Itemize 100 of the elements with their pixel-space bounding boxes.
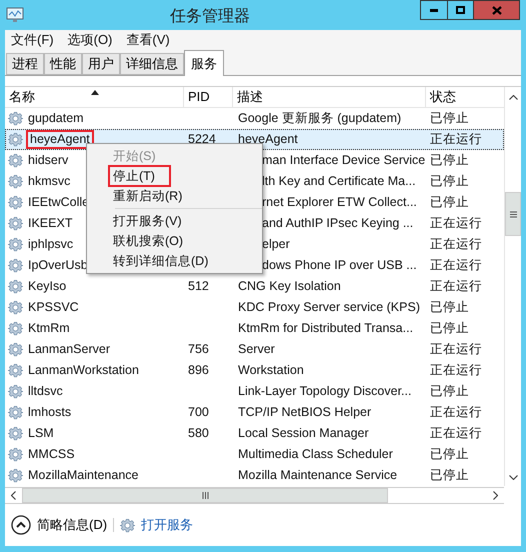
status-text: 正在运行 bbox=[430, 404, 482, 422]
menu-item[interactable]: 打开服务(V) bbox=[113, 212, 182, 230]
grip-icon bbox=[510, 210, 516, 218]
service-name: MozillaMaintenance bbox=[27, 467, 140, 484]
status-text: 正在运行 bbox=[430, 257, 482, 274]
scroll-right-icon bbox=[493, 491, 498, 500]
sort-arrow-icon bbox=[91, 90, 99, 95]
gear-icon bbox=[8, 468, 23, 483]
menu-item[interactable]: 选项(O) bbox=[68, 30, 112, 50]
gear-icon bbox=[8, 258, 23, 273]
status-text: 已停止 bbox=[430, 194, 469, 212]
pid-text: 896 bbox=[188, 362, 209, 380]
service-name: LSM bbox=[27, 425, 55, 442]
status-text: 正在运行 bbox=[430, 236, 482, 254]
description-text: KtmRm for Distributed Transa... bbox=[238, 320, 414, 338]
gear-icon bbox=[8, 405, 23, 420]
tab[interactable]: 详细信息 bbox=[120, 53, 184, 75]
menu-item[interactable]: 重新启动(R) bbox=[113, 186, 182, 206]
status-text: 已停止 bbox=[430, 152, 469, 170]
description-text: heyeAgent bbox=[238, 131, 298, 148]
service-name: IpOverUsb bbox=[27, 257, 89, 274]
description-text: Workstation bbox=[238, 362, 304, 380]
open-services-link[interactable]: 打开服务 bbox=[141, 515, 194, 535]
gear-icon bbox=[8, 153, 23, 168]
tab[interactable]: 进程 bbox=[6, 53, 44, 75]
scroll-down-icon bbox=[508, 474, 518, 480]
service-name: LanmanServer bbox=[27, 341, 111, 358]
service-name: KPSSVC bbox=[27, 299, 80, 316]
service-name: hkmsvc bbox=[27, 173, 72, 190]
status-text: 已停止 bbox=[430, 446, 469, 464]
description-text: Mozilla Maintenance Service bbox=[238, 467, 398, 484]
service-name: KeyIso bbox=[27, 278, 68, 296]
pid-text: 5224 bbox=[188, 131, 216, 148]
tab[interactable]: 用户 bbox=[82, 53, 120, 75]
menu-item[interactable]: 联机搜索(O) bbox=[113, 232, 184, 250]
tab[interactable]: 服务 bbox=[184, 50, 224, 76]
description-text: Google 更新服务 (gupdatem) bbox=[238, 110, 402, 128]
menu-item[interactable]: 停止(T) bbox=[108, 164, 171, 188]
pid-text: 580 bbox=[188, 425, 209, 442]
status-text: 正在运行 bbox=[430, 278, 482, 296]
gear-icon bbox=[8, 237, 23, 252]
service-name: IKEEXT bbox=[27, 215, 74, 232]
menu-item[interactable]: 转到详细信息(D) bbox=[113, 252, 208, 270]
status-text: 已停止 bbox=[430, 383, 469, 400]
gear-icon bbox=[8, 447, 23, 462]
service-name: LanmanWorkstation bbox=[27, 362, 140, 380]
grip-icon bbox=[202, 492, 208, 499]
gear-icon bbox=[8, 342, 23, 357]
horizontal-scrollbar[interactable] bbox=[5, 487, 504, 504]
gear-icon bbox=[8, 321, 23, 336]
monitor-icon bbox=[6, 7, 24, 23]
scroll-thumb[interactable] bbox=[505, 192, 521, 236]
gear-icon bbox=[8, 174, 23, 189]
column-header[interactable]: PID bbox=[183, 87, 232, 107]
status-text: 正在运行 bbox=[430, 362, 482, 380]
pid-text: 700 bbox=[188, 404, 209, 422]
gear-icon bbox=[8, 384, 23, 399]
description-text: lth Key and Certificate Ma... bbox=[262, 173, 416, 190]
chevron-up-icon bbox=[11, 515, 31, 535]
service-name: hidserv bbox=[27, 152, 70, 170]
description-text: Local Session Manager bbox=[238, 425, 369, 442]
status-text: 已停止 bbox=[430, 467, 469, 484]
close-button[interactable] bbox=[474, 0, 520, 20]
pid-text: 756 bbox=[188, 341, 209, 358]
menu-item[interactable]: 查看(V) bbox=[126, 30, 170, 50]
collapse-toggle-button[interactable]: 简略信息(D) bbox=[11, 515, 108, 535]
vertical-scrollbar[interactable] bbox=[504, 87, 521, 486]
description-text: Server bbox=[238, 341, 275, 358]
status-text: 正在运行 bbox=[430, 425, 482, 442]
maximize-button[interactable] bbox=[448, 0, 474, 20]
service-name: MMCSS bbox=[27, 446, 76, 464]
service-name: gupdatem bbox=[27, 110, 85, 128]
gear-icon bbox=[8, 132, 23, 147]
description-text: elper bbox=[262, 236, 290, 254]
service-name: IEEtwColle bbox=[27, 194, 90, 212]
description-text: man Interface Device Service bbox=[262, 152, 426, 170]
description-text: rnet Explorer ETW Collect... bbox=[262, 194, 417, 212]
description-text: and AuthIP IPsec Keying ... bbox=[262, 215, 414, 232]
status-text: 正在运行 bbox=[430, 215, 482, 232]
menu-item[interactable]: 文件(F) bbox=[11, 30, 54, 50]
scroll-up-icon bbox=[508, 95, 518, 100]
close-icon bbox=[492, 6, 502, 14]
service-name: lltdsvc bbox=[27, 383, 64, 400]
service-name: iphlpsvc bbox=[27, 236, 74, 254]
gear-icon bbox=[8, 363, 23, 378]
scroll-thumb[interactable] bbox=[22, 488, 388, 503]
status-text: 已停止 bbox=[430, 110, 469, 128]
description-text: Multimedia Class Scheduler bbox=[238, 446, 393, 464]
scroll-left-icon bbox=[11, 491, 16, 500]
column-header[interactable]: 状态 bbox=[425, 87, 497, 107]
gear-icon bbox=[8, 279, 23, 294]
tab[interactable]: 性能 bbox=[44, 53, 82, 75]
column-header[interactable]: 描述 bbox=[232, 87, 425, 107]
description-text: CNG Key Isolation bbox=[238, 278, 341, 296]
minimize-button[interactable] bbox=[420, 0, 448, 20]
gear-icon bbox=[8, 300, 23, 315]
service-name: KtmRm bbox=[27, 320, 71, 338]
column-header[interactable]: 名称 bbox=[5, 87, 183, 107]
gear-icon bbox=[8, 195, 23, 210]
description-text: TCP/IP NetBIOS Helper bbox=[238, 404, 372, 422]
